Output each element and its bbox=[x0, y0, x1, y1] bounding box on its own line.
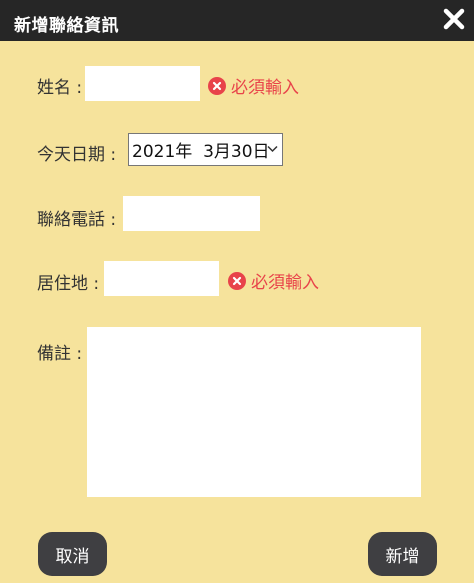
phone-label: 聯絡電話 : bbox=[37, 210, 117, 230]
chevron-down-icon bbox=[267, 145, 278, 153]
name-error-text: 必須輸入 bbox=[231, 78, 299, 98]
phone-input[interactable] bbox=[123, 196, 260, 231]
close-icon[interactable] bbox=[442, 7, 466, 31]
name-label: 姓名 : bbox=[37, 78, 83, 98]
address-input[interactable] bbox=[104, 261, 219, 296]
memo-textarea[interactable] bbox=[87, 327, 421, 497]
error-icon bbox=[228, 271, 246, 290]
name-error: 必須輸入 bbox=[208, 73, 299, 98]
date-select-value: 2021年 3月30日 bbox=[132, 142, 270, 162]
error-icon bbox=[208, 76, 226, 95]
add-button[interactable]: 新增 bbox=[368, 532, 437, 576]
dialog-title: 新增聯絡資訊 bbox=[14, 16, 119, 36]
cancel-button[interactable]: 取消 bbox=[38, 532, 107, 576]
name-input[interactable] bbox=[85, 66, 200, 101]
address-error-text: 必須輸入 bbox=[251, 273, 319, 293]
date-label: 今天日期 : bbox=[37, 145, 117, 165]
address-label: 居住地 : bbox=[37, 274, 100, 294]
dialog-titlebar: 新增聯絡資訊 bbox=[0, 0, 474, 41]
date-select[interactable]: 2021年 3月30日 bbox=[128, 133, 283, 166]
memo-label: 備註 : bbox=[37, 344, 83, 364]
address-error: 必須輸入 bbox=[228, 268, 319, 293]
